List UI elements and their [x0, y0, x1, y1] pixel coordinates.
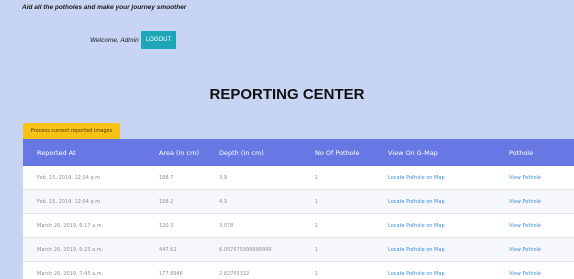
view-pothole-link[interactable]: View Pothole [509, 238, 541, 261]
locate-on-map-link[interactable]: Locate Pothole on Map [388, 166, 445, 189]
area-cell: 120.3 [159, 222, 174, 229]
table-row: March 20, 2019, 7:45 a.m. 177.8946 2.827… [23, 262, 574, 279]
column-header-depth: Depth (in cm) [219, 148, 264, 157]
reported-at-cell: Feb. 15, 2019, 12:04 p.m. [37, 174, 102, 181]
depth-cell: 4.3 [219, 198, 227, 205]
depth-cell: 2.82765322 [219, 270, 250, 277]
welcome-message: Welcome, Admin [90, 37, 139, 44]
view-pothole-link[interactable]: View Pothole [509, 262, 541, 279]
table-row: March 20, 2019, 6:17 a.m. 120.3 3.078 1 … [23, 214, 574, 238]
locate-on-map-link[interactable]: Locate Pothole on Map [388, 238, 445, 261]
table-header-row: Reported At Area (in cm) Depth (in cm) N… [23, 139, 574, 166]
pothole-count-cell: 1 [315, 174, 319, 181]
area-cell: 447.62 [159, 246, 177, 253]
table-row: March 20, 2019, 6:23 a.m. 447.62 6.05757… [23, 238, 574, 262]
locate-on-map-link[interactable]: Locate Pothole on Map [388, 262, 445, 279]
view-pothole-link[interactable]: View Pothole [509, 214, 541, 237]
reports-table: Reported At Area (in cm) Depth (in cm) N… [23, 139, 574, 279]
site-tagline: Aid all the potholes and make your journ… [22, 4, 187, 11]
column-header-pothole-count: No Of Pothole [315, 148, 360, 157]
column-header-area: Area (in cm) [159, 148, 199, 157]
column-header-pothole: Pothole [509, 148, 534, 157]
pothole-count-cell: 1 [315, 222, 319, 229]
reported-at-cell: March 20, 2019, 7:45 a.m. [37, 270, 104, 277]
area-cell: 158.2 [159, 198, 174, 205]
pothole-count-cell: 1 [315, 246, 319, 253]
depth-cell: 6.057575999999999 [219, 246, 272, 253]
column-header-gmap: View On G-Map [388, 148, 438, 157]
logout-button[interactable]: LOGOUT [141, 31, 176, 49]
view-pothole-link[interactable]: View Pothole [509, 190, 541, 213]
depth-cell: 3.9 [219, 174, 227, 181]
area-cell: 188.7 [159, 174, 174, 181]
reported-at-cell: March 20, 2019, 6:17 a.m. [37, 222, 104, 229]
pothole-count-cell: 1 [315, 198, 319, 205]
pothole-count-cell: 1 [315, 270, 319, 277]
table-row: Feb. 15, 2019, 12:04 p.m. 158.2 4.3 1 Lo… [23, 190, 574, 214]
locate-on-map-link[interactable]: Locate Pothole on Map [388, 190, 445, 213]
depth-cell: 3.078 [219, 222, 234, 229]
reported-at-cell: March 20, 2019, 6:23 a.m. [37, 246, 104, 253]
page-title: REPORTING CENTER [209, 86, 365, 103]
reported-at-cell: Feb. 15, 2019, 12:04 p.m. [37, 198, 102, 205]
process-images-button[interactable]: Process current reported images [23, 123, 120, 139]
locate-on-map-link[interactable]: Locate Pothole on Map [388, 214, 445, 237]
table-row: Feb. 15, 2019, 12:04 p.m. 188.7 3.9 1 Lo… [23, 166, 574, 190]
view-pothole-link[interactable]: View Pothole [509, 166, 541, 189]
area-cell: 177.8946 [159, 270, 183, 277]
column-header-reported-at: Reported At [37, 148, 76, 157]
